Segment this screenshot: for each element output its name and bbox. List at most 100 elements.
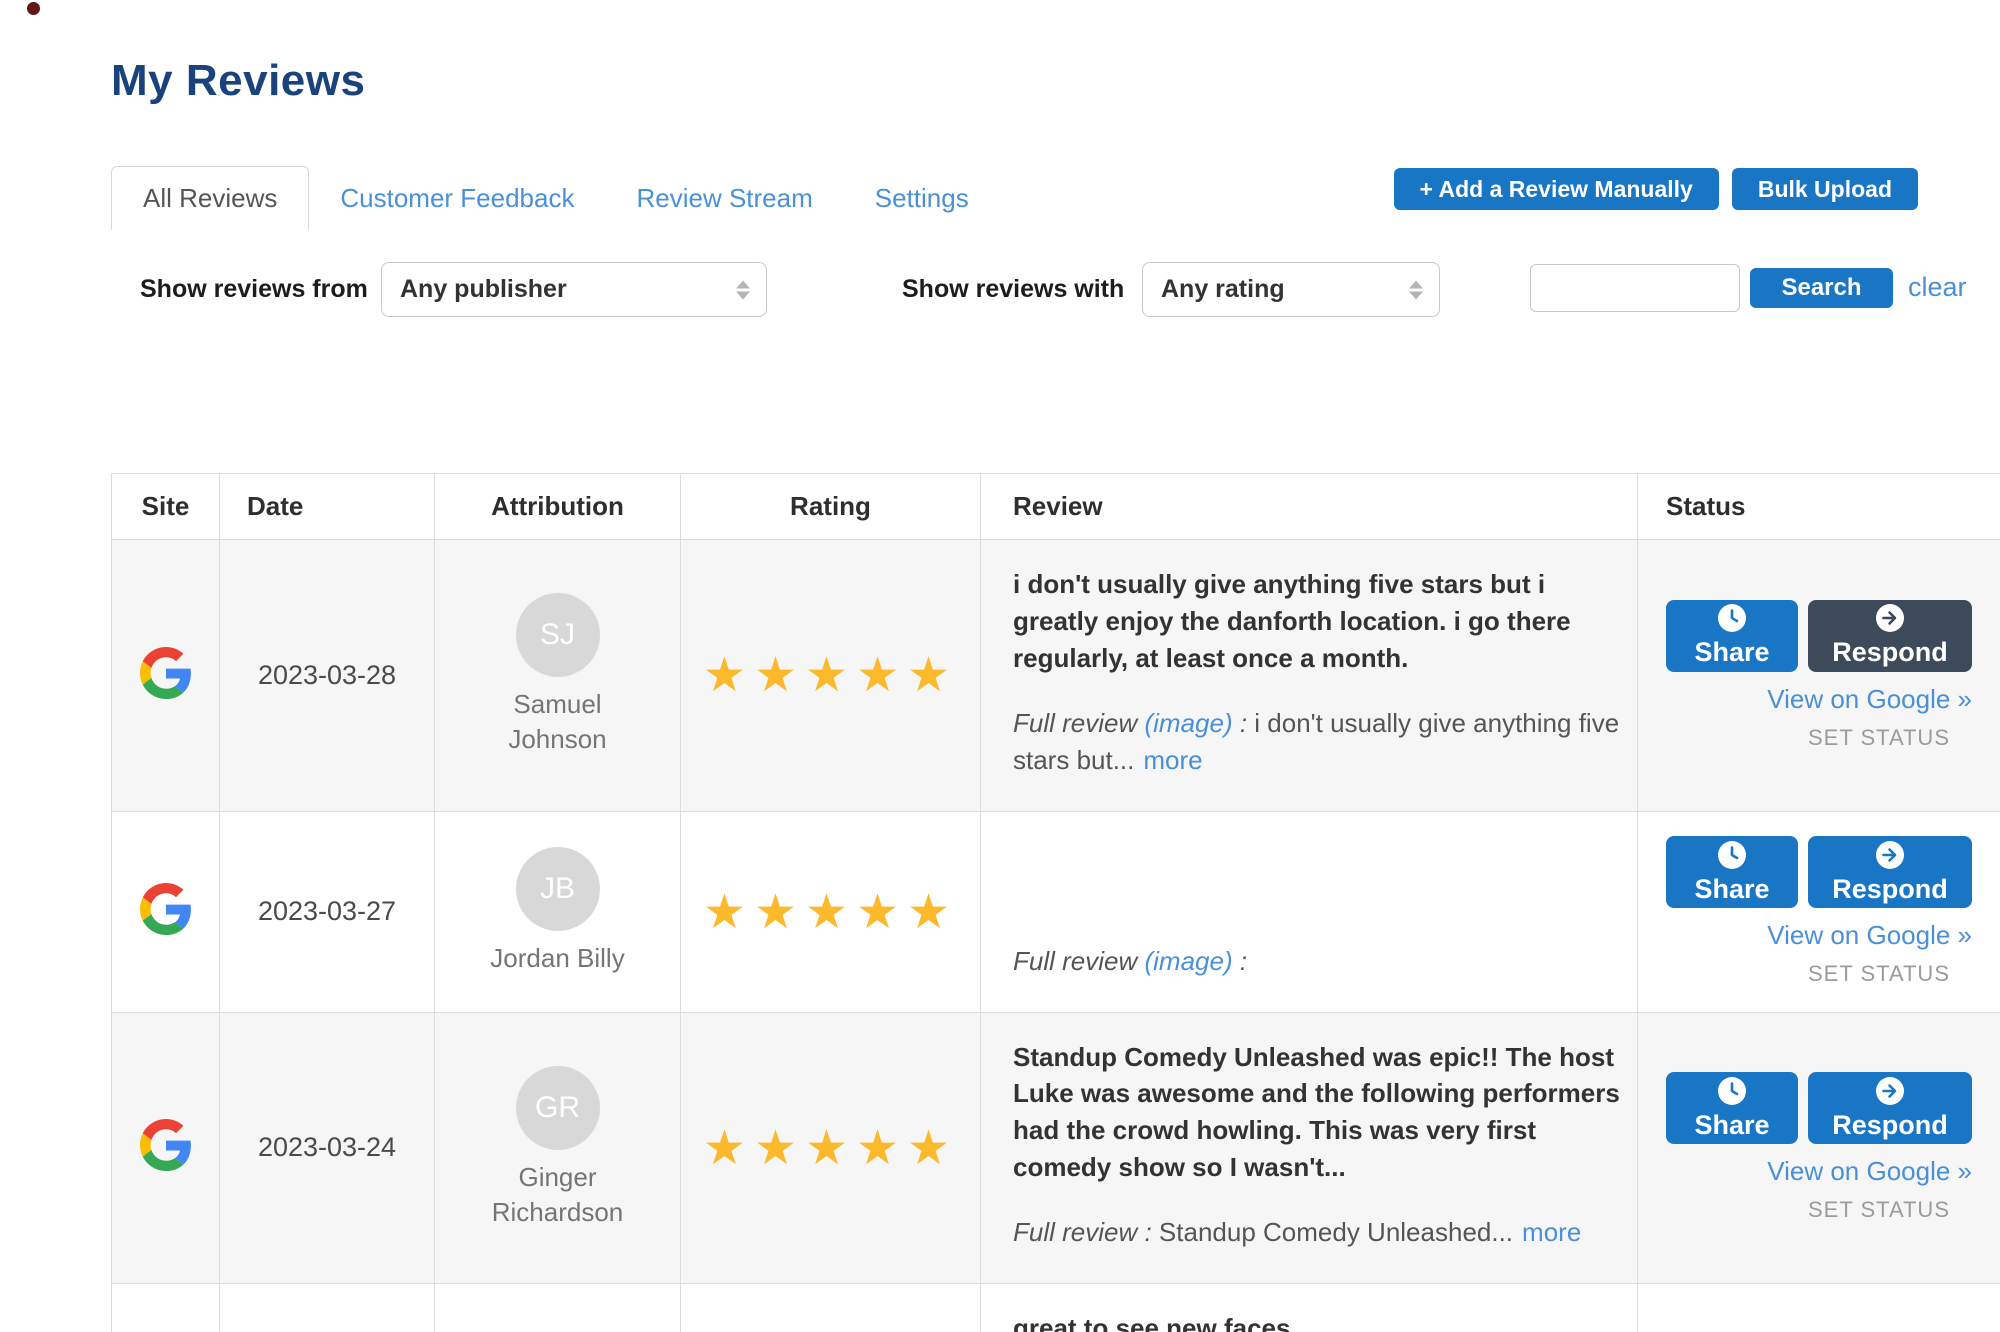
share-label: Share bbox=[1694, 874, 1769, 905]
reviewer-name: Ginger Richardson bbox=[478, 1160, 638, 1230]
date-cell bbox=[220, 1284, 435, 1332]
tab-customer-feedback[interactable]: Customer Feedback bbox=[309, 166, 605, 230]
avatar: SJ bbox=[516, 593, 600, 677]
respond-button[interactable]: Respond bbox=[1808, 836, 1972, 908]
table-header-row: Site Date Attribution Rating Review Stat… bbox=[112, 474, 2000, 540]
more-link[interactable]: more bbox=[1522, 1217, 1581, 1247]
rating-filter-label: Show reviews with bbox=[902, 275, 1124, 304]
share-button[interactable]: Share bbox=[1666, 600, 1798, 672]
rating-cell bbox=[681, 1284, 981, 1332]
filter-bar: Show reviews from Any publisher Show rev… bbox=[0, 262, 2000, 318]
arrow-right-icon bbox=[1875, 1076, 1905, 1106]
respond-label: Respond bbox=[1832, 1110, 1948, 1141]
rating-cell: ★★★★★ bbox=[681, 540, 981, 812]
status-cell: Share Respond View on Google » SET STATU… bbox=[1638, 1012, 2000, 1284]
page-title: My Reviews bbox=[111, 56, 365, 106]
respond-label: Respond bbox=[1832, 637, 1948, 668]
arrow-right-icon bbox=[1875, 840, 1905, 870]
avatar: JB bbox=[516, 847, 600, 931]
google-icon bbox=[140, 647, 192, 699]
reviewer-name: Jordan Billy bbox=[478, 941, 638, 976]
table-row: 2023-03-24 GR Ginger Richardson ★★★★★ St… bbox=[112, 1012, 2000, 1284]
tab-bar: All Reviews Customer Feedback Review Str… bbox=[111, 166, 1000, 230]
col-header-attribution: Attribution bbox=[435, 474, 681, 540]
search-button[interactable]: Search bbox=[1750, 268, 1893, 308]
col-header-status: Status bbox=[1638, 474, 2000, 540]
bulk-upload-button[interactable]: Bulk Upload bbox=[1732, 168, 1918, 210]
table-row: 2023-03-27 JB Jordan Billy ★★★★★ Full re… bbox=[112, 811, 2000, 1012]
respond-label: Respond bbox=[1832, 874, 1948, 905]
full-review-colon: : bbox=[1137, 1217, 1159, 1247]
arrow-right-icon bbox=[1875, 603, 1905, 633]
col-header-rating: Rating bbox=[681, 474, 981, 540]
respond-button[interactable]: Respond bbox=[1808, 600, 1972, 672]
search-input[interactable] bbox=[1530, 264, 1740, 312]
set-status-link[interactable]: SET STATUS bbox=[1808, 1197, 1950, 1223]
full-review-colon: : bbox=[1233, 708, 1255, 738]
clock-icon bbox=[1717, 1076, 1747, 1106]
tab-settings[interactable]: Settings bbox=[844, 166, 1000, 230]
tab-label: Customer Feedback bbox=[340, 183, 574, 214]
col-header-review: Review bbox=[981, 474, 1638, 540]
clear-link[interactable]: clear bbox=[1908, 272, 1967, 303]
review-cell: Full review (image) : bbox=[981, 811, 1638, 1012]
tab-label: All Reviews bbox=[143, 183, 277, 214]
status-cell: Share Respond View on Google » SET STATU… bbox=[1638, 811, 2000, 1012]
select-spinner-icon bbox=[1409, 280, 1423, 299]
full-review-label: Full review bbox=[1013, 1217, 1137, 1247]
col-header-date: Date bbox=[220, 474, 435, 540]
date-cell: 2023-03-24 bbox=[220, 1012, 435, 1284]
attribution-cell: GR Ginger Richardson bbox=[435, 1012, 681, 1284]
recording-dot bbox=[27, 2, 40, 15]
share-label: Share bbox=[1694, 637, 1769, 668]
review-text: great to see new faces. bbox=[1013, 1310, 1623, 1332]
reviewer-name: Samuel Johnson bbox=[478, 687, 638, 757]
review-text: Standup Comedy Unleashed was epic!! The … bbox=[1013, 1039, 1623, 1187]
select-spinner-icon bbox=[736, 280, 750, 299]
site-cell bbox=[112, 540, 220, 812]
table-row: 2023-03-28 SJ Samuel Johnson ★★★★★ i don… bbox=[112, 540, 2000, 812]
view-on-google-link[interactable]: View on Google » bbox=[1767, 920, 1972, 951]
add-review-button[interactable]: + Add a Review Manually bbox=[1394, 168, 1719, 210]
attribution-cell bbox=[435, 1284, 681, 1332]
full-review-line: Full review (image) : bbox=[1013, 915, 1623, 980]
set-status-link[interactable]: SET STATUS bbox=[1808, 725, 1950, 751]
view-on-google-link[interactable]: View on Google » bbox=[1767, 1156, 1972, 1187]
view-on-google-link[interactable]: View on Google » bbox=[1767, 684, 1972, 715]
avatar: GR bbox=[516, 1066, 600, 1150]
rating-select-value: Any rating bbox=[1161, 275, 1285, 304]
share-button[interactable]: Share bbox=[1666, 836, 1798, 908]
star-rating: ★★★★★ bbox=[703, 649, 958, 702]
share-label: Share bbox=[1694, 1110, 1769, 1141]
site-cell bbox=[112, 1284, 220, 1332]
site-cell bbox=[112, 1012, 220, 1284]
review-cell: Standup Comedy Unleashed was epic!! The … bbox=[981, 1012, 1638, 1284]
image-link[interactable]: (image) bbox=[1144, 708, 1232, 738]
header-actions: + Add a Review Manually Bulk Upload bbox=[1394, 168, 1919, 210]
rating-select[interactable]: Any rating bbox=[1142, 262, 1440, 317]
clock-icon bbox=[1717, 603, 1747, 633]
google-icon bbox=[140, 883, 192, 935]
image-link[interactable]: (image) bbox=[1144, 946, 1232, 976]
attribution-cell: SJ Samuel Johnson bbox=[435, 540, 681, 812]
attribution-cell: JB Jordan Billy bbox=[435, 811, 681, 1012]
tab-all-reviews[interactable]: All Reviews bbox=[111, 166, 309, 230]
table-row: great to see new faces. Share Respon bbox=[112, 1284, 2000, 1332]
share-button[interactable]: Share bbox=[1666, 1072, 1798, 1144]
set-status-link[interactable]: SET STATUS bbox=[1808, 961, 1950, 987]
clock-icon bbox=[1717, 840, 1747, 870]
respond-button[interactable]: Respond bbox=[1808, 1072, 1972, 1144]
site-cell bbox=[112, 811, 220, 1012]
more-link[interactable]: more bbox=[1143, 745, 1202, 775]
publisher-select-value: Any publisher bbox=[400, 275, 567, 304]
publisher-select[interactable]: Any publisher bbox=[381, 262, 767, 317]
review-cell: great to see new faces. bbox=[981, 1284, 1638, 1332]
tab-label: Review Stream bbox=[636, 183, 812, 214]
tab-review-stream[interactable]: Review Stream bbox=[605, 166, 843, 230]
my-reviews-page: My Reviews All Reviews Customer Feedback… bbox=[0, 0, 2000, 1332]
col-header-site: Site bbox=[112, 474, 220, 540]
reviews-table: Site Date Attribution Rating Review Stat… bbox=[111, 473, 2000, 1332]
tab-label: Settings bbox=[875, 183, 969, 214]
review-text: i don't usually give anything five stars… bbox=[1013, 566, 1623, 677]
star-rating: ★★★★★ bbox=[703, 886, 958, 939]
